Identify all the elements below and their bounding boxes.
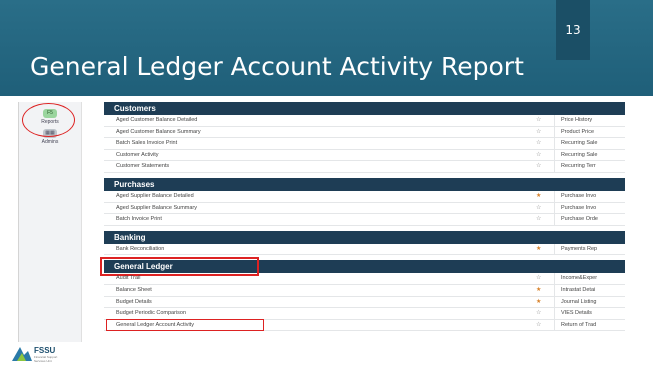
report-row[interactable]: Balance Sheet ★ Intrastat Detai	[104, 284, 625, 297]
report-row[interactable]: Aged Supplier Balance Detailed ★ Purchase …	[104, 190, 625, 203]
favorite-star-icon[interactable]: ☆	[536, 138, 541, 149]
report-row[interactable]: Batch Sales Invoice Print ☆ Recurring Sale	[104, 138, 625, 150]
report-link[interactable]: Return of Trad	[554, 319, 631, 331]
report-link[interactable]: Aged Customer Balance Detailed	[116, 115, 197, 126]
favorite-star-icon[interactable]: ★	[536, 297, 541, 308]
favorite-star-icon[interactable]: ★	[536, 191, 541, 202]
favorite-star-icon[interactable]: ☆	[536, 203, 541, 214]
report-link[interactable]: Product Price	[554, 126, 631, 138]
report-row[interactable]: Bank Reconciliation ★ Payments Rep	[104, 243, 625, 256]
report-row[interactable]: Customer Statements ☆ Recurring Terr	[104, 161, 625, 173]
favorite-star-icon[interactable]: ★	[536, 244, 541, 255]
report-link[interactable]: Recurring Sale	[554, 138, 631, 149]
report-link[interactable]: Journal Listing	[554, 296, 631, 308]
report-link[interactable]: Batch Sales Invoice Print	[116, 138, 177, 149]
report-link[interactable]: Price History	[554, 115, 631, 126]
report-link[interactable]: Income&Exper	[554, 273, 631, 284]
report-row[interactable]: Batch Invoice Print ☆ Purchase Orde	[104, 214, 625, 226]
favorite-star-icon[interactable]: ☆	[536, 150, 541, 161]
report-link[interactable]: Audit Trail	[116, 273, 140, 284]
report-link[interactable]: Intrastat Detai	[554, 284, 631, 296]
report-link[interactable]: Batch Invoice Print	[116, 214, 162, 225]
highlight-box-row	[106, 318, 264, 331]
highlight-oval	[22, 103, 75, 137]
slide-title: General Ledger Account Activity Report	[30, 52, 524, 81]
report-link[interactable]: Aged Supplier Balance Summary	[116, 203, 197, 214]
report-link[interactable]: Customer Activity	[116, 150, 158, 161]
favorite-star-icon[interactable]: ☆	[536, 273, 541, 284]
report-link[interactable]: Budget Periodic Comparison	[116, 308, 186, 319]
report-link[interactable]: VIES Details	[554, 308, 631, 319]
report-row[interactable]: Aged Customer Balance Summary ☆ Product Pr…	[104, 126, 625, 139]
favorite-star-icon[interactable]: ☆	[536, 161, 541, 172]
report-link[interactable]: Purchase Orde	[554, 214, 631, 225]
report-link[interactable]: Bank Reconciliation	[116, 244, 164, 255]
report-link[interactable]: Payments Rep	[554, 243, 631, 255]
nav-label-admins: Admins	[41, 139, 59, 145]
report-row[interactable]: Audit Trail ☆ Income&Exper	[104, 273, 625, 285]
report-row[interactable]: Aged Customer Balance Detailed ☆ Price His…	[104, 115, 625, 127]
report-link[interactable]: Purchase Invo	[554, 202, 631, 214]
section-header-customers: Customers	[104, 102, 625, 115]
report-link[interactable]: Customer Statements	[116, 161, 169, 172]
favorite-star-icon[interactable]: ☆	[536, 115, 541, 126]
logo-text: FSSU	[34, 346, 56, 355]
report-link[interactable]: Recurring Terr	[554, 161, 631, 172]
fssu-logo: FSSU Financial Support Services Unit	[12, 345, 62, 363]
report-link[interactable]: Balance Sheet	[116, 285, 152, 296]
report-link[interactable]: Aged Customer Balance Summary	[116, 127, 201, 138]
section-header-banking: Banking	[104, 230, 625, 244]
favorite-star-icon[interactable]: ☆	[536, 308, 541, 319]
report-row[interactable]: General Ledger Account Activity ☆ Return o…	[104, 318, 625, 332]
report-row[interactable]: Budget Details ★ Journal Listing	[104, 296, 625, 309]
favorite-star-icon[interactable]: ☆	[536, 127, 541, 138]
favorite-star-icon[interactable]: ☆	[536, 320, 541, 331]
logo-subtext: Financial Support Services Unit	[34, 355, 58, 363]
report-link[interactable]: Aged Supplier Balance Detailed	[116, 191, 194, 202]
favorite-star-icon[interactable]: ★	[536, 285, 541, 296]
report-link[interactable]: Budget Details	[116, 297, 152, 308]
left-nav: F5 Reports ▦▦ Admins	[19, 102, 82, 342]
report-link[interactable]: Recurring Sale	[554, 149, 631, 161]
app-screenshot: F5 Reports ▦▦ Admins Customers Aged Custo…	[18, 102, 625, 342]
title-banner: General Ledger Account Activity Report 1…	[0, 0, 653, 96]
report-link[interactable]: Purchase Invo	[554, 190, 631, 202]
fssu-logo-icon	[12, 347, 32, 361]
report-row[interactable]: Customer Activity ☆ Recurring Sale	[104, 149, 625, 162]
section-header-general-ledger: General Ledger	[100, 257, 625, 277]
favorite-star-icon[interactable]: ☆	[536, 214, 541, 225]
section-header-purchases: Purchases	[104, 177, 625, 191]
report-row[interactable]: Aged Supplier Balance Summary ☆ Purchase I…	[104, 202, 625, 215]
reports-list: Customers Aged Customer Balance Detailed ☆…	[100, 102, 625, 332]
slide-number: 13	[556, 0, 590, 60]
